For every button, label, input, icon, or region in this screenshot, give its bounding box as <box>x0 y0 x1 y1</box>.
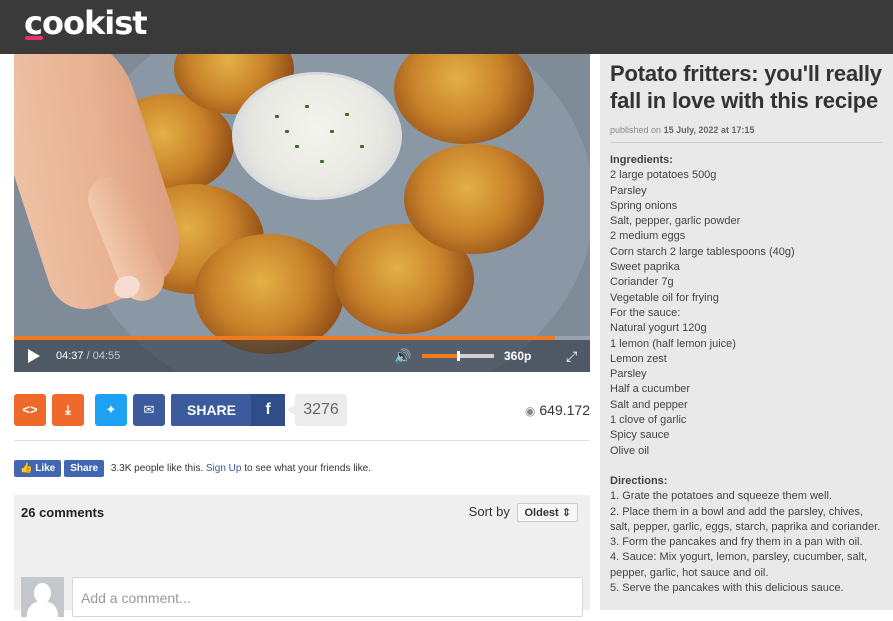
avatar-head <box>34 583 51 603</box>
chat-icon: ✉ <box>143 402 155 417</box>
signup-link[interactable]: Sign Up <box>206 463 242 474</box>
direction-step: 4. Sauce: Mix yogurt, lemon, parsley, cu… <box>610 551 868 579</box>
published-date: published on 15 July, 2022 at 17:15 <box>610 125 754 135</box>
like-label: Like <box>35 463 56 474</box>
logo-accent-mark <box>25 36 43 40</box>
video-player[interactable] <box>14 54 590 372</box>
view-count: ◉ 649.172 <box>525 402 590 418</box>
play-icon[interactable] <box>28 349 40 363</box>
video-frame-fritter <box>404 144 544 254</box>
comments-section: 26 comments Sort by Oldest ⇕ Add a comme… <box>14 495 590 621</box>
published-value: 15 July, 2022 at 17:15 <box>663 125 755 135</box>
avatar <box>21 577 64 621</box>
ingredient-item: Parsley <box>610 184 647 197</box>
sort-value: Oldest <box>524 507 559 519</box>
code-icon: <> <box>22 402 38 417</box>
site-header: cookist <box>0 0 893 54</box>
thumbs-up-icon: 👍 <box>20 463 33 474</box>
video-frame-dip-bowl <box>232 72 402 200</box>
share-label: SHARE <box>187 402 237 418</box>
ingredient-item: Olive oil <box>610 444 650 457</box>
video-time: 04:37 / 04:55 <box>56 350 120 362</box>
ingredient-item: Natural yogurt 120g <box>610 322 707 335</box>
herb-fleck <box>275 115 279 118</box>
current-time: 04:37 <box>56 350 84 362</box>
herb-fleck <box>360 145 364 148</box>
volume-knob[interactable] <box>456 351 460 361</box>
friends-text: to see what your friends like. <box>244 463 371 474</box>
download-button[interactable]: ⤓ <box>52 394 84 426</box>
ingredient-item: Salt and pepper <box>610 398 688 411</box>
ingredient-item: Sweet paprika <box>610 261 680 274</box>
direction-step: 2. Place them in a bowl and add the pars… <box>610 505 881 533</box>
ingredient-item: Salt, pepper, garlic powder <box>610 215 741 228</box>
video-controls: 04:37 / 04:55 🔊 360p ⤢ <box>14 340 590 372</box>
facebook-icon: f <box>251 394 285 426</box>
section-divider <box>14 440 590 441</box>
twitter-icon: ✦ <box>105 402 117 417</box>
herb-fleck <box>305 105 309 108</box>
embed-button[interactable]: <> <box>14 394 46 426</box>
ingredient-item: Corn starch 2 large tablespoons (40g) <box>610 245 795 258</box>
recipe-text: Ingredients: 2 large potatoes 500g Parsl… <box>610 153 885 596</box>
views-value: 649.172 <box>539 402 590 418</box>
directions-heading: Directions: <box>610 474 668 487</box>
facebook-like-box: 👍 Like Share 3.3K people like this. Sign … <box>14 460 371 478</box>
eye-icon: ◉ <box>524 404 536 418</box>
share-count: 3276 <box>287 394 347 426</box>
comments-count: 26 comments <box>21 505 105 520</box>
ingredient-item: Spring onions <box>610 199 678 212</box>
sidebar-divider <box>610 142 882 143</box>
ingredient-item: 2 medium eggs <box>610 230 686 243</box>
sort-control: Sort by Oldest ⇕ <box>469 503 578 522</box>
ingredient-item: Half a cucumber <box>610 383 691 396</box>
volume-icon[interactable]: 🔊 <box>394 348 416 364</box>
direction-step: 1. Grate the potatoes and squeeze them w… <box>610 490 832 503</box>
recipe-sidebar: Potato fritters: you'll really fall in l… <box>600 54 893 610</box>
left-margin <box>0 54 14 610</box>
updown-icon: ⇕ <box>561 507 571 519</box>
facebook-like-text: 3.3K people like this. Sign Up to see wh… <box>111 463 371 474</box>
herb-fleck <box>285 130 289 133</box>
ingredient-item: 2 large potatoes 500g <box>610 169 717 182</box>
herb-fleck <box>345 113 349 116</box>
facebook-share-small-button[interactable]: Share <box>64 460 105 477</box>
ingredient-item: Vegetable oil for frying <box>610 291 719 304</box>
herb-fleck <box>320 160 324 163</box>
facebook-share-button[interactable]: SHARE f <box>171 394 285 426</box>
volume-fill <box>422 354 457 358</box>
article-title: Potato fritters: you'll really fall in l… <box>610 61 882 113</box>
direction-step: 3. Form the pancakes and fry them in a p… <box>610 536 863 549</box>
like-count-text: 3.3K people like this. <box>110 463 204 474</box>
duration: / 04:55 <box>86 350 121 362</box>
quality-selector[interactable]: 360p <box>504 349 531 363</box>
messenger-button[interactable]: ✉ <box>133 394 165 426</box>
fullscreen-icon[interactable]: ⤢ <box>566 348 577 365</box>
herb-fleck <box>295 145 299 148</box>
ingredient-item: 1 clove of garlic <box>610 414 687 427</box>
ingredient-item: Coriander 7g <box>610 276 674 289</box>
comment-input[interactable]: Add a comment... <box>72 577 583 617</box>
twitter-button[interactable]: ✦ <box>95 394 127 426</box>
ingredient-item: Spicy sauce <box>610 429 670 442</box>
sort-label: Sort by <box>468 504 510 519</box>
avatar-body <box>27 601 58 621</box>
share-bar: <> ⤓ ✦ ✉ SHARE f 3276 ◉ 649.172 <box>14 394 590 428</box>
ingredient-item: Lemon zest <box>610 352 667 365</box>
ingredient-item: 1 lemon (half lemon juice) <box>610 337 736 350</box>
volume-slider[interactable] <box>422 351 494 361</box>
direction-step: 5. Serve the pancakes with this deliciou… <box>610 582 844 595</box>
ingredient-item: For the sauce: <box>610 306 681 319</box>
ingredients-heading: Ingredients: <box>610 154 673 166</box>
herb-fleck <box>330 130 334 133</box>
published-prefix: published on <box>610 125 662 135</box>
facebook-like-button[interactable]: 👍 Like <box>14 460 62 477</box>
sort-dropdown[interactable]: Oldest ⇕ <box>517 503 578 522</box>
ingredient-item: Parsley <box>610 368 647 381</box>
download-icon: ⤓ <box>65 402 71 417</box>
